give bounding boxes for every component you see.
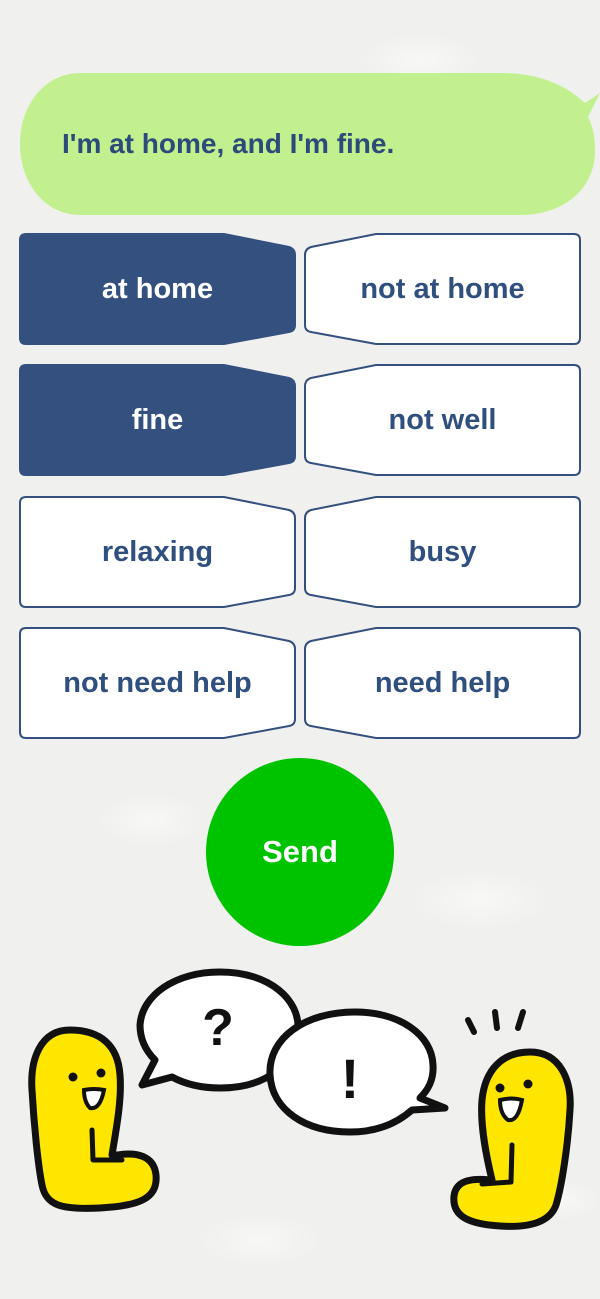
surprise-lines-icon [465,1009,526,1035]
option-busy[interactable]: busy [304,496,581,608]
option-at-home[interactable]: at home [19,233,296,345]
option-label: not need help [63,666,252,699]
option-label: fine [131,403,184,436]
option-label: relaxing [101,535,214,568]
option-label: need help [374,666,511,699]
option-label: not well [388,403,497,436]
option-fine[interactable]: fine [19,364,296,476]
send-button-label: Send [262,834,338,869]
option-not-need-help[interactable]: not need help [19,627,296,739]
option-relaxing[interactable]: relaxing [19,496,296,608]
option-label: at home [101,272,214,305]
right-character-icon [450,1048,574,1230]
message-text: I'm at home, and I'm fine. [62,128,395,159]
message-bubble: I'm at home, and I'm fine. [20,73,600,215]
exclamation-mark: ! [341,1047,360,1110]
exclamation-bubble-icon: ! [266,1008,449,1136]
option-not-well[interactable]: not well [304,364,581,476]
option-not-at-home[interactable]: not at home [304,233,581,345]
option-need-help[interactable]: need help [304,627,581,739]
question-mark: ? [202,999,234,1057]
characters-illustration: ? ! [28,968,574,1230]
option-label: not at home [360,272,525,305]
left-character-icon [28,1026,160,1212]
send-button[interactable]: Send [206,758,394,946]
option-label: busy [408,535,477,568]
